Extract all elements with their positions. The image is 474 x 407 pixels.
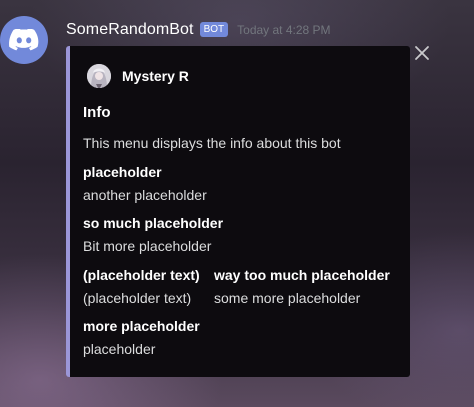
- embed-card: Mystery R Info This menu displays the in…: [66, 46, 410, 377]
- embed-field-value: Bit more placeholder: [83, 238, 212, 254]
- bot-username[interactable]: SomeRandomBot: [66, 21, 194, 39]
- embed-field-name: way too much placeholder: [214, 267, 390, 283]
- embed-author: Mystery R: [87, 64, 189, 88]
- embed-field-name: so much placeholder: [83, 215, 224, 231]
- close-button[interactable]: [413, 44, 431, 62]
- embed-field-name: (placeholder text): [83, 267, 200, 283]
- embed-field-inline: way too much placeholder some more place…: [214, 265, 390, 308]
- close-icon: [415, 46, 429, 60]
- discord-logo-icon: [9, 29, 39, 51]
- embed-field-value: another placeholder: [83, 187, 207, 203]
- bot-avatar[interactable]: [0, 16, 48, 64]
- embed-description: This menu displays the info about this b…: [83, 135, 341, 151]
- embed-field-value: some more placeholder: [214, 290, 361, 306]
- embed-field: placeholder another placeholder: [83, 162, 207, 205]
- message-header: SomeRandomBot BOT Today at 4:28 PM: [66, 19, 331, 41]
- embed-field-value: placeholder: [83, 341, 156, 357]
- embed-field-inline: (placeholder text) (placeholder text): [83, 265, 200, 308]
- bot-tag-badge: BOT: [199, 21, 229, 37]
- embed-field-name: more placeholder: [83, 318, 200, 334]
- embed-field: so much placeholder Bit more placeholder: [83, 213, 223, 256]
- embed-field-name: placeholder: [83, 164, 162, 180]
- embed-field-value: (placeholder text): [83, 290, 192, 306]
- author-avatar-icon: [87, 64, 111, 88]
- embed-field: more placeholder placeholder: [83, 316, 200, 359]
- embed-title: Info: [83, 104, 111, 121]
- message-timestamp: Today at 4:28 PM: [237, 23, 331, 37]
- embed-author-name[interactable]: Mystery R: [122, 68, 189, 84]
